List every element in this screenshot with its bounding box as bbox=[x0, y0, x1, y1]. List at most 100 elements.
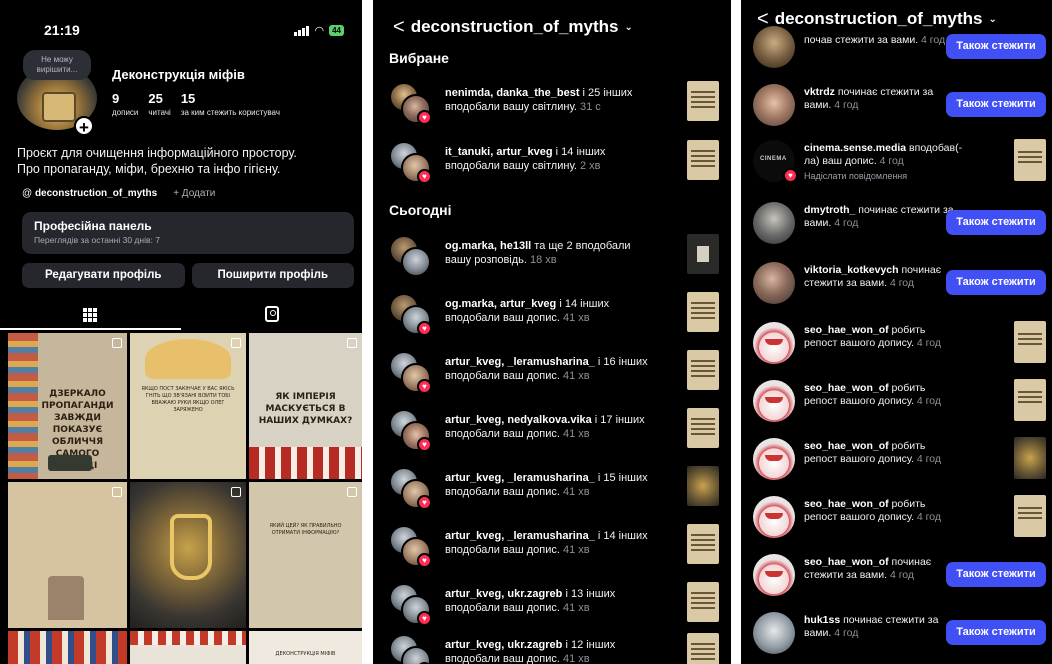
status-time: 21:19 bbox=[44, 22, 80, 38]
post-thumbnail[interactable] bbox=[1014, 437, 1046, 479]
threads-handle: deconstruction_of_myths bbox=[34, 188, 158, 199]
post-thumbnail[interactable] bbox=[687, 81, 719, 121]
notification-text: nenimda, danka_the_best і 25 інших вподо… bbox=[445, 87, 633, 113]
threads-icon: @ bbox=[22, 188, 33, 199]
notification-row[interactable]: seo_hae_won_of робить репост вашого допи… bbox=[741, 492, 1052, 542]
post-thumbnail[interactable] bbox=[687, 350, 719, 390]
notification-text: artur_kveg, _leramusharina_ і 15 інших в… bbox=[445, 472, 648, 498]
notification-row[interactable]: seo_hae_won_of робить репост вашого допи… bbox=[741, 318, 1052, 368]
post-thumbnail[interactable] bbox=[687, 292, 719, 332]
activity-account-title[interactable]: deconstruction_of_myths bbox=[411, 17, 619, 37]
post-tile[interactable]: ДЕКОНСТРУКЦІЯ МІФІВ bbox=[249, 631, 362, 664]
notification-text: artur_kveg, _leramusharina_ і 14 інших в… bbox=[445, 530, 648, 556]
notification-row[interactable]: og.marka, he13ll та ще 2 вподобали вашу … bbox=[373, 231, 731, 281]
tab-posts-grid[interactable] bbox=[0, 300, 181, 330]
post-thumbnail[interactable] bbox=[687, 582, 719, 622]
profile-bio: Проєкт для очищення інформаційного прост… bbox=[17, 145, 357, 177]
post-tile[interactable]: ЯКЩО ПОСТ ЗАКІНЧАЄ У ВАС ЯКІСЬ ГНІТЬ ЩО … bbox=[130, 333, 246, 479]
note-bubble[interactable]: Не можу вирішити... bbox=[23, 50, 91, 80]
post-thumbnail[interactable] bbox=[1014, 321, 1046, 363]
notification-text: artur_kveg, _leramusharina_ і 16 інших в… bbox=[445, 356, 648, 382]
heart-icon: ♥ bbox=[417, 321, 432, 336]
notification-row[interactable]: ♥ artur_kveg, nedyalkova.vika і 17 інших… bbox=[373, 405, 731, 455]
activity-screen-scrolled: < deconstruction_of_myths ⌄ почав стежит… bbox=[741, 0, 1052, 664]
add-link-button[interactable]: + Додати bbox=[173, 188, 215, 199]
carousel-icon bbox=[347, 487, 357, 497]
post-tile[interactable]: ЯКИЙ ЦЕЙ? ЯК ПРАВИЛЬНО ОТРИМАТИ ІНФОРМАЦ… bbox=[249, 482, 362, 628]
notification-text: почав стежити за вами. 4 год bbox=[804, 34, 946, 46]
notification-text: artur_kveg, ukr.zagreb і 13 інших вподоб… bbox=[445, 588, 616, 614]
notification-row[interactable]: vktrdz починає стежити за вами. 4 год Та… bbox=[741, 80, 1052, 130]
share-profile-button[interactable]: Поширити профіль bbox=[191, 263, 354, 288]
notification-row[interactable]: ♥ nenimda, danka_the_best і 25 інших впо… bbox=[373, 78, 731, 128]
edit-profile-button[interactable]: Редагувати профіль bbox=[22, 263, 185, 288]
avatar-stack: ♥ bbox=[389, 409, 432, 452]
notification-text: seo_hae_won_of робить репост вашого допи… bbox=[804, 324, 941, 349]
notification-row[interactable]: почав стежити за вами. 4 год Також стежи… bbox=[741, 26, 1052, 76]
avatar bbox=[753, 438, 795, 480]
stat-following[interactable]: 15 за ким стежить користувач bbox=[181, 91, 280, 117]
notification-row[interactable]: ♥ artur_kveg, _leramusharina_ і 15 інших… bbox=[373, 463, 731, 513]
threads-link[interactable]: @ deconstruction_of_myths bbox=[22, 188, 157, 199]
activity-screen: < deconstruction_of_myths ⌄ Вибране ♥ ne… bbox=[373, 0, 731, 664]
notification-row[interactable]: ♥ cinema.sense.media вподобав(-ла) ваш д… bbox=[741, 136, 1052, 192]
notification-row[interactable]: ♥ artur_kveg, _leramusharina_ і 14 інших… bbox=[373, 521, 731, 571]
follow-back-button[interactable]: Також стежити bbox=[946, 270, 1046, 295]
post-thumbnail[interactable] bbox=[1014, 379, 1046, 421]
post-thumbnail[interactable] bbox=[687, 140, 719, 180]
heart-icon: ♥ bbox=[417, 553, 432, 568]
chevron-down-icon[interactable]: ⌄ bbox=[989, 14, 997, 25]
notification-text: dmytroth_ починає стежити за вами. 4 год bbox=[804, 204, 954, 229]
post-thumbnail[interactable] bbox=[1014, 495, 1046, 537]
avatar-stack: ♥ bbox=[389, 351, 432, 394]
notification-row[interactable]: seo_hae_won_of робить репост вашого допи… bbox=[741, 434, 1052, 484]
post-tile[interactable] bbox=[130, 631, 246, 664]
notification-row[interactable]: ♥ artur_kveg, ukr.zagreb і 12 інших впод… bbox=[373, 630, 731, 664]
post-tile[interactable] bbox=[8, 482, 127, 628]
heart-icon: ♥ bbox=[417, 611, 432, 626]
heart-icon: ♥ bbox=[417, 379, 432, 394]
follow-back-button[interactable]: Також стежити bbox=[946, 620, 1046, 645]
notification-row[interactable]: seo_hae_won_of починає стежити за вами. … bbox=[741, 550, 1052, 600]
notification-row[interactable]: ♥ artur_kveg, _leramusharina_ і 16 інших… bbox=[373, 347, 731, 397]
stat-posts[interactable]: 9 дописи bbox=[112, 91, 138, 117]
story-thumbnail[interactable] bbox=[687, 234, 719, 274]
add-story-icon[interactable]: + bbox=[74, 116, 94, 137]
post-thumbnail[interactable] bbox=[687, 524, 719, 564]
send-message-link[interactable]: Надіслати повідомлення bbox=[804, 170, 974, 183]
notification-row[interactable]: dmytroth_ починає стежити за вами. 4 год… bbox=[741, 198, 1052, 248]
notification-row[interactable]: huk1ss починає стежити за вами. 4 год Та… bbox=[741, 608, 1052, 658]
post-thumbnail[interactable] bbox=[687, 408, 719, 448]
follow-back-button[interactable]: Також стежити bbox=[946, 92, 1046, 117]
professional-dashboard[interactable]: Професійна панель Переглядів за останні … bbox=[22, 212, 354, 254]
notification-text: cinema.sense.media вподобав(-ла) ваш доп… bbox=[804, 142, 974, 183]
follow-back-button[interactable]: Також стежити bbox=[946, 34, 1046, 59]
post-tile[interactable]: ЯК ІМПЕРІЯ МАСКУЄТЬСЯ В НАШИХ ДУМКАХ? bbox=[249, 333, 362, 479]
bio-line: Проєкт для очищення інформаційного прост… bbox=[17, 146, 297, 160]
post-tile[interactable] bbox=[8, 631, 127, 664]
notification-row[interactable]: seo_hae_won_of робить репост вашого допи… bbox=[741, 376, 1052, 426]
post-tile[interactable]: ДЗЕРКАЛО ПРОПАГАНДИ ЗАВЖДИ ПОКАЗУЄ ОБЛИЧ… bbox=[8, 333, 127, 479]
notification-row[interactable]: ♥ og.marka, artur_kveg і 14 інших вподоб… bbox=[373, 289, 731, 339]
notification-row[interactable]: ♥ artur_kveg, ukr.zagreb і 13 інших впод… bbox=[373, 579, 731, 629]
heart-icon: ♥ bbox=[417, 437, 432, 452]
post-thumbnail[interactable] bbox=[1014, 139, 1046, 181]
avatar-stack: ♥ bbox=[389, 525, 432, 568]
post-tile[interactable] bbox=[130, 482, 246, 628]
stat-followers[interactable]: 25 читачі bbox=[148, 91, 170, 117]
follow-back-button[interactable]: Також стежити bbox=[946, 210, 1046, 235]
heart-icon: ♥ bbox=[417, 110, 432, 125]
profile-actions: Редагувати профіль Поширити профіль bbox=[22, 263, 354, 288]
post-thumbnail[interactable] bbox=[687, 466, 719, 506]
profile-links: @ deconstruction_of_myths + Додати bbox=[22, 188, 215, 199]
back-icon[interactable]: < bbox=[393, 16, 405, 39]
chevron-down-icon[interactable]: ⌄ bbox=[625, 22, 633, 33]
notification-text: viktoria_kotkevych починає стежити за ва… bbox=[804, 264, 942, 289]
section-favorites: Вибране bbox=[389, 50, 449, 66]
notification-row[interactable]: ♥ it_tanuki, artur_kveg і 14 інших вподо… bbox=[373, 137, 731, 187]
post-thumbnail[interactable] bbox=[687, 633, 719, 664]
notification-row[interactable]: viktoria_kotkevych починає стежити за ва… bbox=[741, 258, 1052, 308]
avatar bbox=[753, 262, 795, 304]
follow-back-button[interactable]: Також стежити bbox=[946, 562, 1046, 587]
tab-tagged[interactable] bbox=[181, 300, 362, 330]
